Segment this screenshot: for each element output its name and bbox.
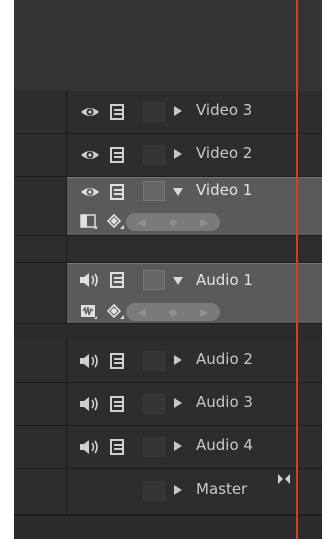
track-lock-toggle[interactable] xyxy=(143,102,165,122)
track-row-audio-2[interactable]: Audio 2 xyxy=(14,340,322,383)
track-name: Master xyxy=(196,480,248,498)
track-name: Video 3 xyxy=(196,101,253,119)
eye-icon[interactable] xyxy=(79,147,101,163)
playhead-line[interactable] xyxy=(296,0,298,539)
track-target-area[interactable] xyxy=(14,91,67,133)
add-keyframe-icon[interactable]: ◆ xyxy=(169,306,177,319)
track-lock-toggle[interactable] xyxy=(143,351,165,371)
expand-triangle-icon[interactable] xyxy=(174,441,182,451)
sync-lock-icon[interactable] xyxy=(107,104,129,120)
track-name: Video 1 xyxy=(196,181,253,199)
keyframe-icon[interactable] xyxy=(105,304,127,320)
eye-icon[interactable] xyxy=(79,184,101,200)
expand-triangle-icon[interactable] xyxy=(174,398,182,408)
track-row-video-1[interactable]: Video 1 ◀ ◆ ▶ xyxy=(14,177,322,236)
track-row-video-2[interactable]: Video 2 xyxy=(14,134,322,177)
sync-lock-icon[interactable] xyxy=(107,272,129,288)
track-gap xyxy=(14,236,322,263)
track-target-area[interactable] xyxy=(14,426,67,468)
track-name: Audio 1 xyxy=(196,271,253,289)
collapse-triangle-icon[interactable] xyxy=(173,277,183,285)
sync-lock-icon[interactable] xyxy=(107,184,129,200)
display-style-icon[interactable] xyxy=(78,214,100,230)
track-target-area[interactable] xyxy=(14,340,67,382)
sync-lock-icon[interactable] xyxy=(107,353,129,369)
track-row-audio-3[interactable]: Audio 3 xyxy=(14,383,322,426)
track-lock-toggle[interactable] xyxy=(143,437,165,457)
keyframe-icon[interactable] xyxy=(105,214,127,230)
track-lock-toggle[interactable] xyxy=(143,394,165,414)
track-lock-toggle[interactable] xyxy=(143,181,165,201)
window-frame-right xyxy=(322,0,336,539)
track-target-area xyxy=(14,236,67,262)
eye-icon[interactable] xyxy=(79,104,101,120)
speaker-icon[interactable] xyxy=(79,439,101,455)
track-area-footer xyxy=(14,515,322,539)
timeline-track-headers: Video 3 Video 2 Video 1 ◀ ◆ ▶ Audio 1 ◀ … xyxy=(14,0,322,539)
add-keyframe-icon[interactable]: ◆ xyxy=(169,216,177,229)
track-lock-toggle[interactable] xyxy=(143,270,165,290)
waveform-display-icon[interactable] xyxy=(78,304,100,320)
speaker-icon[interactable] xyxy=(79,353,101,369)
next-keyframe-icon[interactable]: ▶ xyxy=(200,306,208,319)
sync-lock-icon[interactable] xyxy=(107,439,129,455)
track-target-area[interactable] xyxy=(14,134,67,176)
track-target-area[interactable] xyxy=(14,469,67,514)
track-lock-toggle[interactable] xyxy=(143,145,165,165)
track-target-area[interactable] xyxy=(14,263,67,323)
track-target-area[interactable] xyxy=(14,177,67,235)
window-frame-left xyxy=(0,0,14,539)
expand-triangle-icon[interactable] xyxy=(174,485,182,495)
track-name: Audio 3 xyxy=(196,393,253,411)
speaker-icon[interactable] xyxy=(79,396,101,412)
track-name: Video 2 xyxy=(196,144,253,162)
next-keyframe-icon[interactable]: ▶ xyxy=(200,216,208,229)
track-name: Audio 2 xyxy=(196,350,253,368)
expand-triangle-icon[interactable] xyxy=(174,355,182,365)
timeline-header xyxy=(14,0,322,92)
track-row-master[interactable]: Master xyxy=(14,469,322,515)
sync-lock-icon[interactable] xyxy=(107,396,129,412)
expand-triangle-icon[interactable] xyxy=(174,149,182,159)
track-row-video-3[interactable]: Video 3 xyxy=(14,91,322,134)
track-lock-toggle[interactable] xyxy=(143,481,165,501)
track-name: Audio 4 xyxy=(196,436,253,454)
prev-keyframe-icon[interactable]: ◀ xyxy=(137,306,145,319)
speaker-icon[interactable] xyxy=(79,272,101,288)
track-row-audio-1[interactable]: Audio 1 ◀ ◆ ▶ xyxy=(14,263,322,324)
collapse-triangle-icon[interactable] xyxy=(173,188,183,196)
prev-keyframe-icon[interactable]: ◀ xyxy=(137,216,145,229)
sync-lock-icon[interactable] xyxy=(107,147,129,163)
track-row-audio-4[interactable]: Audio 4 xyxy=(14,426,322,469)
resize-bowtie-icon[interactable] xyxy=(277,473,291,485)
keyframe-navigator[interactable]: ◀ ◆ ▶ xyxy=(126,303,220,321)
track-target-area[interactable] xyxy=(14,383,67,425)
expand-triangle-icon[interactable] xyxy=(174,106,182,116)
keyframe-navigator[interactable]: ◀ ◆ ▶ xyxy=(126,213,220,231)
